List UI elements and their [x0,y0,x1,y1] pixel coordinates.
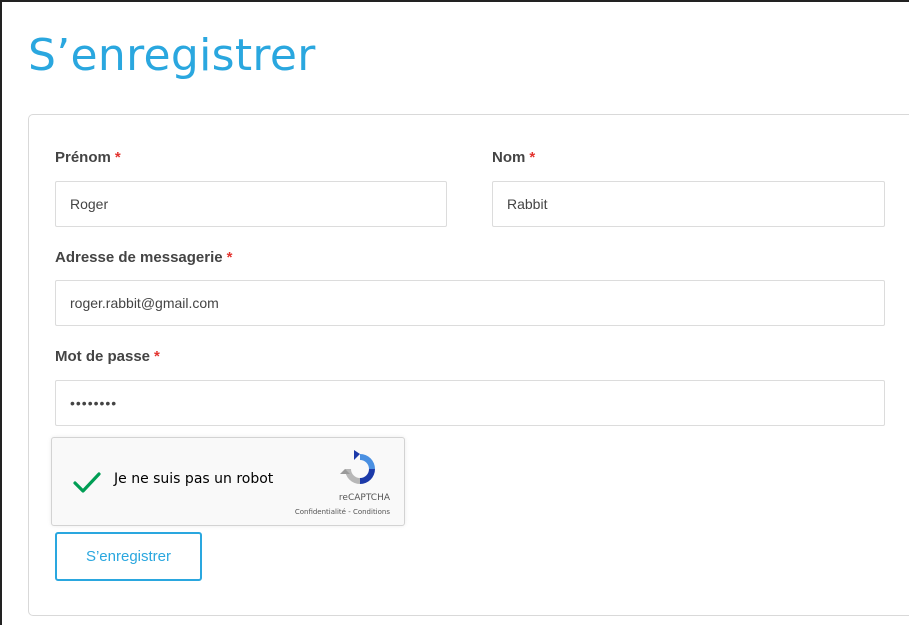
first-name-input[interactable] [55,181,447,227]
page-title: S’enregistrer [28,30,316,81]
email-label: Adresse de messagerie * [55,249,232,266]
email-input[interactable] [55,280,885,326]
required-marker: * [154,348,160,365]
password-input[interactable] [55,380,885,426]
last-name-label-text: Nom [492,149,526,166]
register-button[interactable]: S’enregistrer [55,532,202,581]
required-marker: * [226,249,233,266]
last-name-label: Nom * [492,149,535,166]
recaptcha-label: Je ne suis pas un robot [114,471,274,487]
password-label: Mot de passe * [55,348,160,365]
password-label-text: Mot de passe [55,348,151,365]
checkmark-icon[interactable] [72,471,102,495]
first-name-label-text: Prénom [55,149,111,166]
email-label-text: Adresse de messagerie [55,249,223,266]
recaptcha-logo-icon [340,450,375,484]
required-marker: * [529,149,536,166]
last-name-input[interactable] [492,181,885,227]
required-marker: * [114,149,121,166]
first-name-label: Prénom * [55,149,121,166]
recaptcha-terms-link[interactable]: Confidentialité - Conditions [295,508,390,516]
recaptcha-brand: reCAPTCHA [338,493,390,503]
recaptcha-widget: Je ne suis pas un robot reCAPTCHA Confid… [51,437,405,526]
